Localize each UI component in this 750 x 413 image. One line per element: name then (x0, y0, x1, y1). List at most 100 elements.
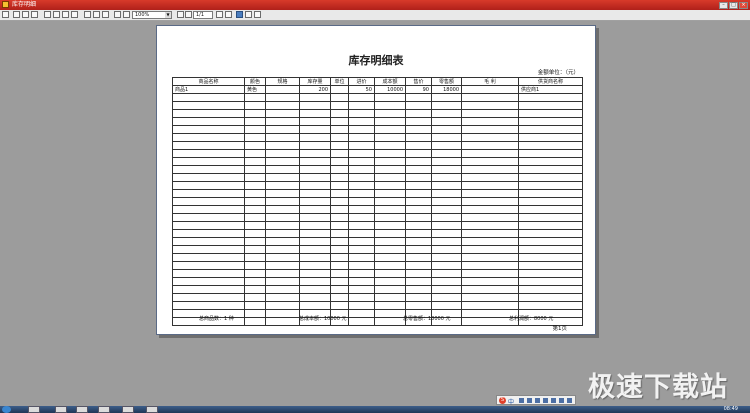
table-cell (405, 229, 432, 238)
table-cell (431, 237, 462, 246)
table-cell (172, 101, 245, 110)
table-cell (374, 149, 406, 158)
print-icon[interactable] (13, 11, 20, 18)
table-cell (299, 93, 331, 102)
chevron-down-icon[interactable]: ▼ (165, 12, 171, 18)
last-page-icon[interactable] (225, 11, 232, 18)
table-cell (265, 149, 300, 158)
zoom-out-icon[interactable] (123, 11, 130, 18)
table-cell (405, 285, 432, 294)
open-icon[interactable] (93, 11, 100, 18)
table-cell: 商品1 (172, 85, 245, 94)
table-cell (431, 205, 462, 214)
ime-keyboard-icon[interactable] (543, 398, 548, 403)
maximize-button[interactable]: □ (729, 2, 738, 9)
email-icon[interactable] (102, 11, 109, 18)
ime-tools-icon[interactable] (559, 398, 564, 403)
taskbar-app-icon[interactable] (55, 406, 67, 413)
table-cell (348, 221, 375, 230)
sogou-ime-icon[interactable]: S (499, 397, 506, 404)
zoom-select[interactable]: 100% ▼ (132, 11, 172, 19)
print-setup-icon[interactable] (2, 11, 9, 18)
page-number-input[interactable]: 1/1 (193, 11, 213, 19)
table-cell (405, 125, 432, 134)
table-row (172, 133, 583, 142)
table-cell (299, 237, 331, 246)
table-cell (374, 93, 406, 102)
first-page-icon[interactable] (177, 11, 184, 18)
table-cell (299, 285, 331, 294)
table-cell (405, 133, 432, 142)
copy-icon[interactable] (44, 11, 51, 18)
app-icon (2, 1, 9, 8)
table-cell (374, 189, 406, 198)
table-cell (405, 157, 432, 166)
prev-page-icon[interactable] (185, 11, 192, 18)
export-icon[interactable] (53, 11, 60, 18)
table-cell (431, 141, 462, 150)
table-cell (265, 229, 300, 238)
ime-emoji-icon[interactable] (527, 398, 532, 403)
table-cell (348, 181, 375, 190)
excel-icon[interactable] (62, 11, 69, 18)
page-setup-icon[interactable] (22, 11, 29, 18)
table-cell (265, 189, 300, 198)
save-icon[interactable] (84, 11, 91, 18)
start-button[interactable] (2, 406, 11, 413)
settings-icon[interactable] (31, 11, 38, 18)
table-cell: 90 (405, 85, 432, 94)
column-header: 颜色 (244, 77, 266, 86)
zoom-value: 100% (135, 12, 150, 18)
table-cell (374, 109, 406, 118)
table-cell (374, 285, 406, 294)
table-cell (244, 245, 266, 254)
zoom-in-icon[interactable] (114, 11, 121, 18)
table-cell (405, 301, 432, 310)
ime-settings-icon[interactable] (567, 398, 572, 403)
taskbar-app-icon[interactable] (122, 406, 134, 413)
table-row (172, 301, 583, 310)
word-icon[interactable] (71, 11, 78, 18)
table-cell (244, 173, 266, 182)
table-cell: 供应商1 (518, 85, 583, 94)
table-cell (461, 277, 519, 286)
total-profit: 总利润额：8000 元 (509, 316, 554, 322)
ime-mode-label[interactable]: 中 (508, 397, 514, 406)
column-header: 进价 (348, 77, 375, 86)
column-header: 库存量 (299, 77, 331, 86)
single-page-icon[interactable] (236, 11, 243, 18)
table-cell (330, 157, 349, 166)
table-cell (405, 213, 432, 222)
ime-skin-icon[interactable] (551, 398, 556, 403)
taskbar-app-icon[interactable] (98, 406, 110, 413)
table-cell (172, 237, 245, 246)
table-cell (265, 93, 300, 102)
table-cell (374, 101, 406, 110)
table-cell (172, 133, 245, 142)
thumbnail-icon[interactable] (254, 11, 261, 18)
table-cell (374, 269, 406, 278)
minimize-button[interactable]: – (719, 2, 728, 9)
ime-punctuation-icon[interactable] (519, 398, 524, 403)
table-cell (431, 93, 462, 102)
close-button[interactable]: × (739, 2, 748, 9)
ime-voice-icon[interactable] (535, 398, 540, 403)
table-cell (518, 205, 583, 214)
report-page: 库存明细表 金额单位：（元） 商品名称 颜色 规格 库存量 单位 进价 成本额 售价 零售额毛 … (156, 25, 596, 335)
table-cell (244, 197, 266, 206)
table-cell (299, 293, 331, 302)
inventory-table: 商品名称 颜色 规格 库存量 单位 进价 成本额 售价 零售额毛 利供货商名称 商品1 黄色 200… (172, 77, 583, 326)
table-cell (172, 125, 245, 134)
table-cell (265, 117, 300, 126)
table-cell (265, 85, 300, 94)
next-page-icon[interactable] (216, 11, 223, 18)
table-cell (405, 245, 432, 254)
taskbar-app-icon[interactable] (28, 406, 40, 413)
taskbar-app-icon[interactable] (146, 406, 158, 413)
taskbar-app-icon[interactable] (76, 406, 88, 413)
table-cell (244, 149, 266, 158)
table-cell (244, 293, 266, 302)
table-cell (265, 157, 300, 166)
multi-page-icon[interactable] (245, 11, 252, 18)
table-cell (265, 165, 300, 174)
